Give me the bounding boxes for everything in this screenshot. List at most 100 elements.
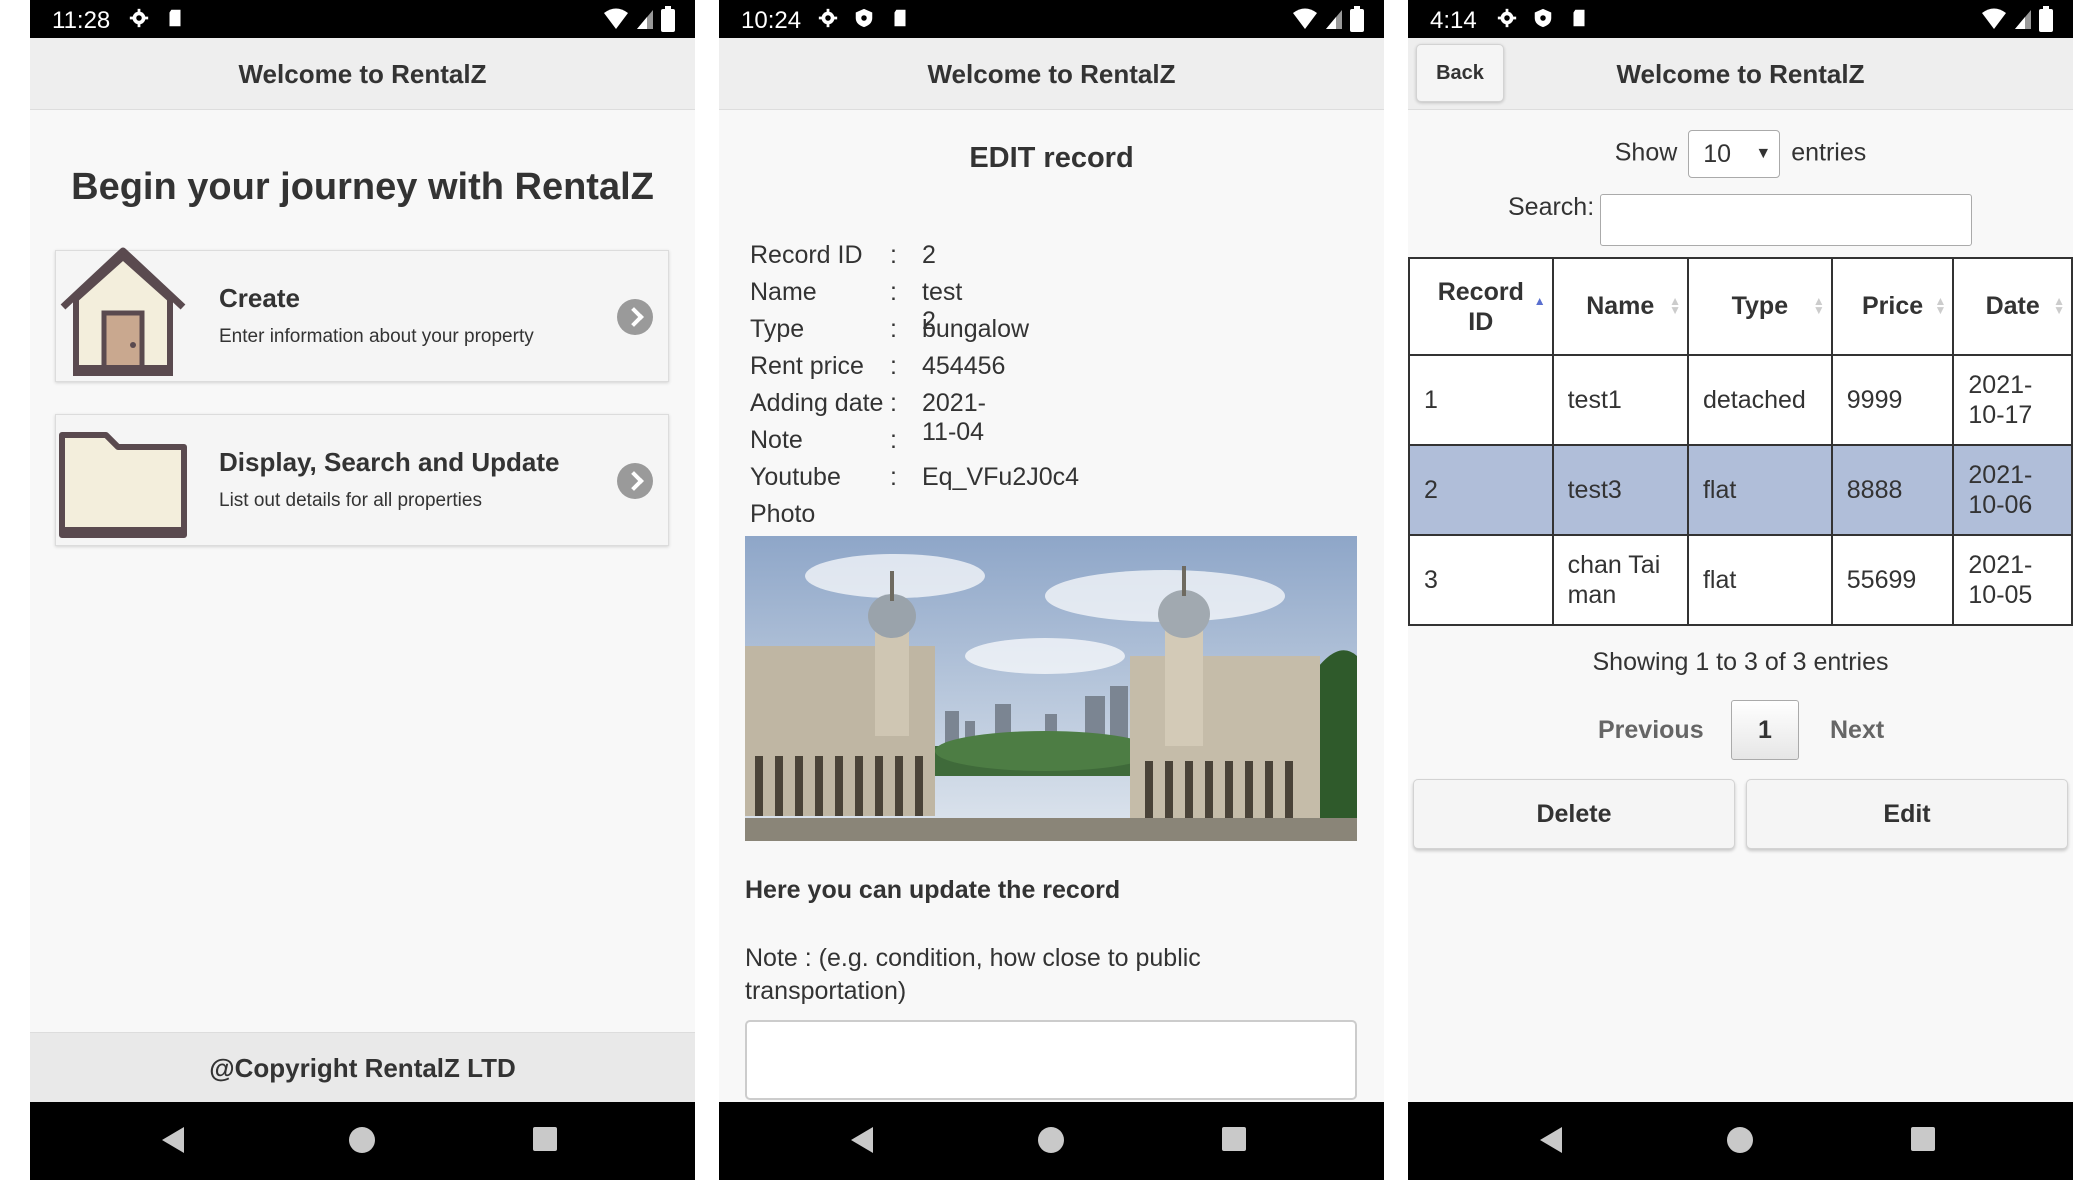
display-subtitle: List out details for all properties: [219, 490, 482, 511]
field-colon: :: [890, 278, 897, 306]
field-label: Name: [750, 278, 817, 306]
page-header: Welcome to RentalZ: [719, 38, 1384, 110]
edit-button[interactable]: Edit: [1746, 779, 2068, 849]
wifi-icon: [604, 8, 628, 29]
search-label: Search:: [1508, 193, 1595, 221]
cell-id: 2: [1408, 444, 1554, 536]
update-heading: Here you can update the record: [745, 876, 1121, 904]
cell-id: 3: [1408, 534, 1554, 626]
cell-name: test1: [1551, 354, 1689, 446]
next-button[interactable]: Next: [1830, 716, 1884, 745]
settings-icon: [129, 8, 149, 28]
field-label: Rent price: [750, 352, 864, 380]
create-card[interactable]: Create Enter information about your prop…: [55, 247, 669, 382]
cell-date: 2021-10-05: [1952, 534, 2073, 626]
caret-down-icon: ▼: [1755, 145, 1772, 162]
pagination: Previous 1 Next: [1408, 700, 2073, 760]
note-label: Note : (e.g. condition, how close to pub…: [745, 944, 1201, 1005]
status-time: 10:24: [741, 7, 802, 34]
cell-type: detached: [1686, 354, 1833, 446]
col-type[interactable]: Type ▲ ▼: [1686, 257, 1833, 356]
status-time: 11:28: [52, 7, 111, 34]
records-table: Record ID ▲ Name ▲ ▼ Type ▲ ▼ Price ▲ ▼ Date ▲ ▼ …: [1408, 257, 2073, 626]
entries-control: Show 10 ▼ entries: [1408, 130, 2073, 178]
field-value: bungalow: [922, 315, 1030, 343]
status-time: 4:14: [1430, 7, 1477, 34]
create-title: Create: [219, 283, 300, 313]
page-footer: @Copyright RentalZ LTD: [30, 1032, 695, 1102]
entries-info: Showing 1 to 3 of 3 entries: [1592, 648, 1889, 676]
house-icon: [60, 247, 186, 376]
sd-card-icon: [169, 9, 181, 27]
signal-icon: [2015, 10, 2031, 29]
settings-icon: [1497, 8, 1517, 28]
wifi-icon: [1293, 8, 1317, 29]
table-row[interactable]: 1 test1 detached 9999 2021-10-17: [1408, 354, 2073, 446]
page-title: EDIT record: [969, 142, 1134, 174]
create-subtitle: Enter information about your property: [219, 326, 534, 347]
nav-home-icon[interactable]: [349, 1127, 375, 1153]
chevron-right-icon[interactable]: [617, 463, 653, 499]
folder-icon: [59, 432, 187, 538]
field-label: Photo: [750, 500, 816, 528]
battery-icon: [2039, 6, 2053, 32]
table-row[interactable]: 3 chan Tai man flat 55699 2021-10-05: [1408, 534, 2073, 626]
status-bar: 10:24: [719, 0, 1384, 38]
wifi-icon: [1982, 8, 2006, 29]
nav-back-icon[interactable]: [1540, 1127, 1562, 1153]
nav-home-icon[interactable]: [1038, 1127, 1064, 1153]
nav-home-icon[interactable]: [1727, 1127, 1753, 1153]
page-1-button[interactable]: 1: [1731, 700, 1799, 760]
sort-icon: ▲ ▼: [1812, 294, 1825, 317]
field-label: Record ID: [750, 241, 863, 269]
table-header-row: Record ID ▲ Name ▲ ▼ Type ▲ ▼ Price ▲ ▼ Date ▲ ▼: [1408, 257, 2073, 356]
field-value: 2: [922, 241, 936, 269]
nav-back-icon[interactable]: [162, 1127, 184, 1153]
entries-label: entries: [1791, 138, 1867, 167]
cell-date: 2021-10-06: [1952, 444, 2073, 536]
field-value: Eq_VFu2J0c4: [922, 463, 1080, 491]
nav-recents-icon[interactable]: [533, 1127, 557, 1151]
nav-recents-icon[interactable]: [1911, 1127, 1935, 1151]
sort-icon: ▲ ▼: [1669, 294, 1681, 317]
sd-card-icon: [1573, 9, 1585, 27]
cell-price: 9999: [1830, 354, 1955, 446]
nav-recents-icon[interactable]: [1222, 1127, 1246, 1151]
entries-select[interactable]: 10 ▼: [1688, 130, 1781, 178]
nav-back-icon[interactable]: [851, 1127, 873, 1153]
chevron-right-icon[interactable]: [617, 299, 653, 335]
entries-value: 10: [1703, 140, 1732, 168]
back-button[interactable]: Back: [1416, 44, 1504, 102]
previous-button[interactable]: Previous: [1598, 716, 1704, 745]
battery-icon: [1350, 6, 1364, 32]
signal-icon: [1326, 10, 1342, 29]
page-title: Begin your journey with RentalZ: [71, 166, 654, 208]
table-row[interactable]: 2 test3 flat 8888 2021-10-06: [1408, 444, 2073, 536]
search-input[interactable]: [1600, 194, 1972, 246]
field-label: Adding date: [750, 389, 884, 417]
col-record-id[interactable]: Record ID ▲: [1408, 257, 1554, 356]
cell-id: 1: [1408, 354, 1554, 446]
sort-asc-icon: ▲: [1533, 294, 1546, 308]
col-date[interactable]: Date ▲ ▼: [1952, 257, 2073, 356]
android-nav-bar: [719, 1102, 1384, 1180]
show-label: Show: [1614, 138, 1678, 167]
android-nav-bar: [1408, 1102, 2073, 1180]
sort-icon: ▲ ▼: [1934, 294, 1947, 317]
status-bar: 11:28: [30, 0, 695, 38]
col-price[interactable]: Price ▲ ▼: [1830, 257, 1955, 356]
sd-card-icon: [894, 9, 906, 27]
col-name[interactable]: Name ▲ ▼: [1551, 257, 1689, 356]
cell-date: 2021-10-17: [1952, 354, 2073, 446]
property-photo: [745, 536, 1357, 841]
field-label: Note: [750, 426, 803, 454]
shield-icon: [1534, 8, 1552, 28]
display-card[interactable]: Display, Search and Update List out deta…: [55, 414, 669, 546]
field-colon: :: [890, 241, 897, 269]
battery-icon: [661, 6, 675, 32]
cell-type: flat: [1686, 534, 1833, 626]
cell-price: 55699: [1830, 534, 1955, 626]
note-textarea[interactable]: [745, 1020, 1357, 1100]
sort-icon: ▲ ▼: [2053, 294, 2065, 317]
delete-button[interactable]: Delete: [1413, 779, 1735, 849]
